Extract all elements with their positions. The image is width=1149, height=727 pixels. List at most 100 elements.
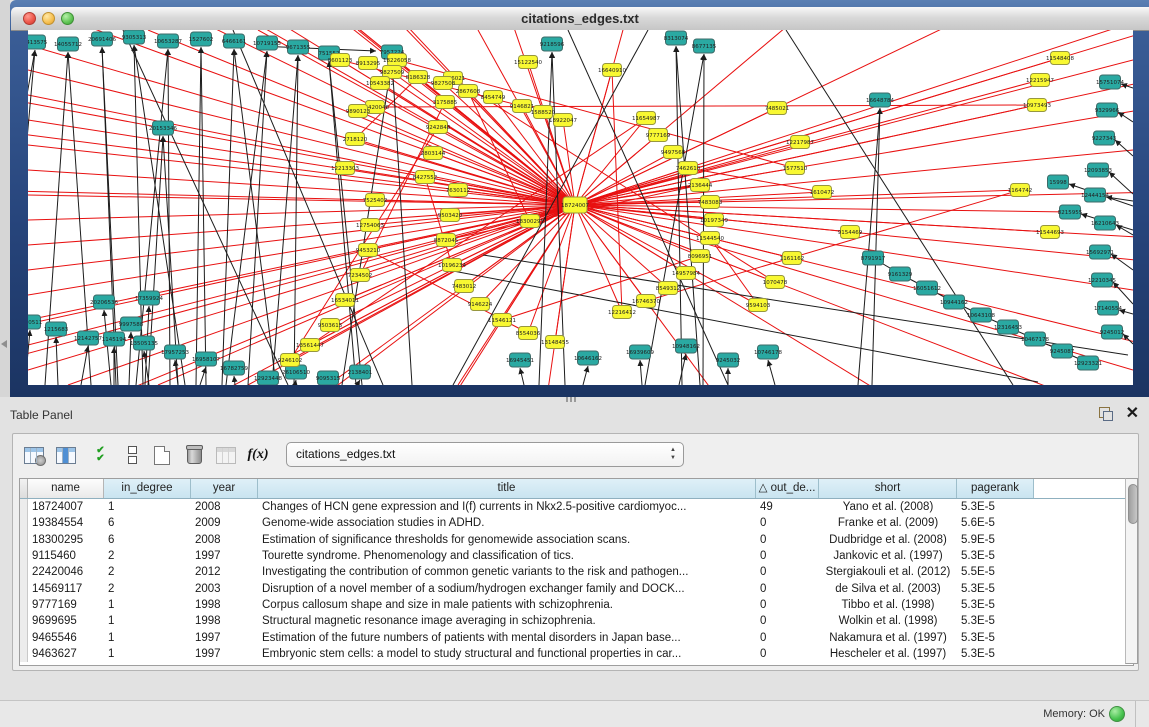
table-cell: 5.5E-5	[957, 566, 1034, 578]
table-row[interactable]: 1830029562008Estimation of significance …	[20, 532, 1133, 548]
column-header-pagerank[interactable]: pagerank	[957, 479, 1034, 498]
table-cell: 22420046	[28, 566, 104, 578]
memory-ok-icon[interactable]	[1109, 706, 1125, 722]
graph-node-label: 12093853	[1084, 168, 1112, 174]
graph-node-label: 9095315	[316, 376, 341, 382]
graph-node-label: 18724007	[561, 203, 589, 209]
table-row[interactable]: 1872400712008Changes of HCN gene express…	[20, 499, 1133, 515]
graph-edge	[640, 360, 642, 385]
graph-node-label: 11654987	[632, 116, 660, 122]
graph-node-label: 9594103	[746, 303, 771, 309]
graph-node-label: 7234502	[348, 273, 373, 279]
column-header-name[interactable]: name	[28, 479, 104, 498]
table-cell: Investigating the contribution of common…	[258, 566, 756, 578]
graph-node-label: 11546121	[488, 318, 516, 324]
graph-node-label: 1215683	[44, 327, 69, 333]
panel-collapse-arrow-icon[interactable]	[1, 340, 7, 348]
network-canvas[interactable]: 1413575140557122069140693053131065328715…	[28, 30, 1133, 385]
graph-node-label: 9218596	[540, 42, 565, 48]
table-cell: 9463627	[28, 648, 104, 660]
column-header-out_de...[interactable]: △ out_de...	[756, 479, 819, 498]
table-cell	[20, 532, 28, 548]
graph-node-label: 12216412	[608, 310, 636, 316]
table-cell: 2009	[191, 517, 258, 529]
table-row[interactable]: 946554611997Estimation of the future num…	[20, 629, 1133, 645]
table-mode-button[interactable]	[21, 442, 47, 468]
graph-node-label: 11544540	[696, 236, 724, 242]
graph-edge	[679, 354, 686, 385]
table-cell: 2008	[191, 501, 258, 513]
graph-node-label: 9503615	[318, 323, 343, 329]
table-vertical-scrollbar[interactable]	[1125, 478, 1138, 664]
table-cell	[20, 515, 28, 531]
graph-node-label: 13561447	[296, 343, 324, 349]
table-header-row: namein_degreeyeartitle△ out_de...shortpa…	[20, 479, 1133, 499]
table-cell: Changes of HCN gene expression and I(f) …	[258, 501, 756, 513]
graph-node-label: 8427552	[413, 175, 438, 181]
network-file-select[interactable]: citations_edges.txt ▲▼	[286, 442, 684, 467]
table-cell: Dudbridge et al. (2008)	[819, 534, 957, 546]
table-cell: Tourette syndrome. Phenomenology and cla…	[258, 550, 756, 562]
table-row[interactable]: 1938455462009Genome-wide association stu…	[20, 515, 1133, 531]
graph-edge	[575, 205, 792, 258]
column-header-title[interactable]: title	[258, 479, 756, 498]
graph-edge	[248, 51, 267, 385]
desktop-strip	[0, 0, 10, 397]
scrollbar-thumb[interactable]	[1128, 484, 1138, 524]
table-row[interactable]: 946362711997Embryonic stem cells: a mode…	[20, 646, 1133, 662]
column-header-in_degree[interactable]: in_degree	[104, 479, 191, 498]
show-column-icon	[56, 447, 76, 464]
graph-node-label: 15751074	[1096, 80, 1124, 86]
graph-node-label: 11544693	[1036, 230, 1064, 236]
table-cell: Genome-wide association studies in ADHD.	[258, 517, 756, 529]
graph-node-label: 7483012	[452, 284, 477, 290]
function-builder-button[interactable]: f(x)	[245, 442, 271, 468]
table-cell: 5.3E-5	[957, 648, 1034, 660]
node-table[interactable]: namein_degreeyeartitle△ out_de...shortpa…	[19, 478, 1134, 666]
row-height-button[interactable]	[119, 442, 145, 468]
table-cell: 0	[756, 517, 819, 529]
table-cell: 1997	[191, 550, 258, 562]
delete-table-button[interactable]	[213, 442, 239, 468]
table-cell: 5.3E-5	[957, 632, 1034, 644]
new-column-button[interactable]	[149, 442, 175, 468]
graph-edge	[448, 270, 1038, 382]
splitter-grip[interactable]	[566, 397, 576, 402]
graph-node-label: 16648784	[866, 98, 894, 104]
status-bar: Memory: OK	[0, 700, 1149, 727]
graph-node-label: 2803144	[421, 151, 446, 157]
table-row[interactable]: 977716911998Corpus callosum shape and si…	[20, 597, 1133, 613]
graph-node-label: 12215947	[1026, 78, 1054, 84]
show-column-button[interactable]	[53, 442, 79, 468]
table-row[interactable]: 911546021997Tourette syndrome. Phenomeno…	[20, 548, 1133, 564]
delete-table-icon	[216, 447, 236, 464]
table-cell: Yano et al. (2008)	[819, 501, 957, 513]
graph-node-label: 11548408	[1046, 56, 1074, 62]
column-header-filler	[1034, 479, 1133, 498]
table-cell: de Silva et al. (2003)	[819, 583, 957, 595]
graph-node-label: 10948162	[672, 344, 700, 350]
close-panel-icon[interactable]: ✕	[1126, 403, 1139, 423]
graph-node-label: 10646162	[574, 356, 602, 362]
delete-column-button[interactable]	[181, 442, 207, 468]
table-cell: 49	[756, 501, 819, 513]
table-cell: 2	[104, 583, 191, 595]
column-header-short[interactable]: short	[819, 479, 957, 498]
table-row[interactable]: 2242004622012Investigating the contribut…	[20, 564, 1133, 580]
table-row[interactable]: 969969511998Structural magnetic resonanc…	[20, 613, 1133, 629]
graph-node-label: 16051612	[913, 286, 941, 292]
table-row[interactable]: 1456911722003Disruption of a novel membe…	[20, 580, 1133, 596]
window-titlebar[interactable]: citations_edges.txt	[11, 7, 1149, 31]
graph-node-label: 18922047	[549, 118, 577, 124]
select-all-button[interactable]: ✔✔	[87, 442, 113, 468]
table-mode-icon	[24, 447, 44, 464]
graph-edge	[1118, 112, 1133, 122]
graph-node-label: 12316453	[994, 325, 1022, 331]
graph-node-label: 18226058	[383, 58, 411, 64]
float-panel-icon[interactable]	[1099, 407, 1113, 421]
table-cell: Hescheler et al. (1997)	[819, 648, 957, 660]
column-header-gutter[interactable]	[20, 479, 28, 498]
graph-edge	[858, 108, 880, 385]
column-header-year[interactable]: year	[191, 479, 258, 498]
graph-node-label: 14055712	[54, 42, 82, 48]
